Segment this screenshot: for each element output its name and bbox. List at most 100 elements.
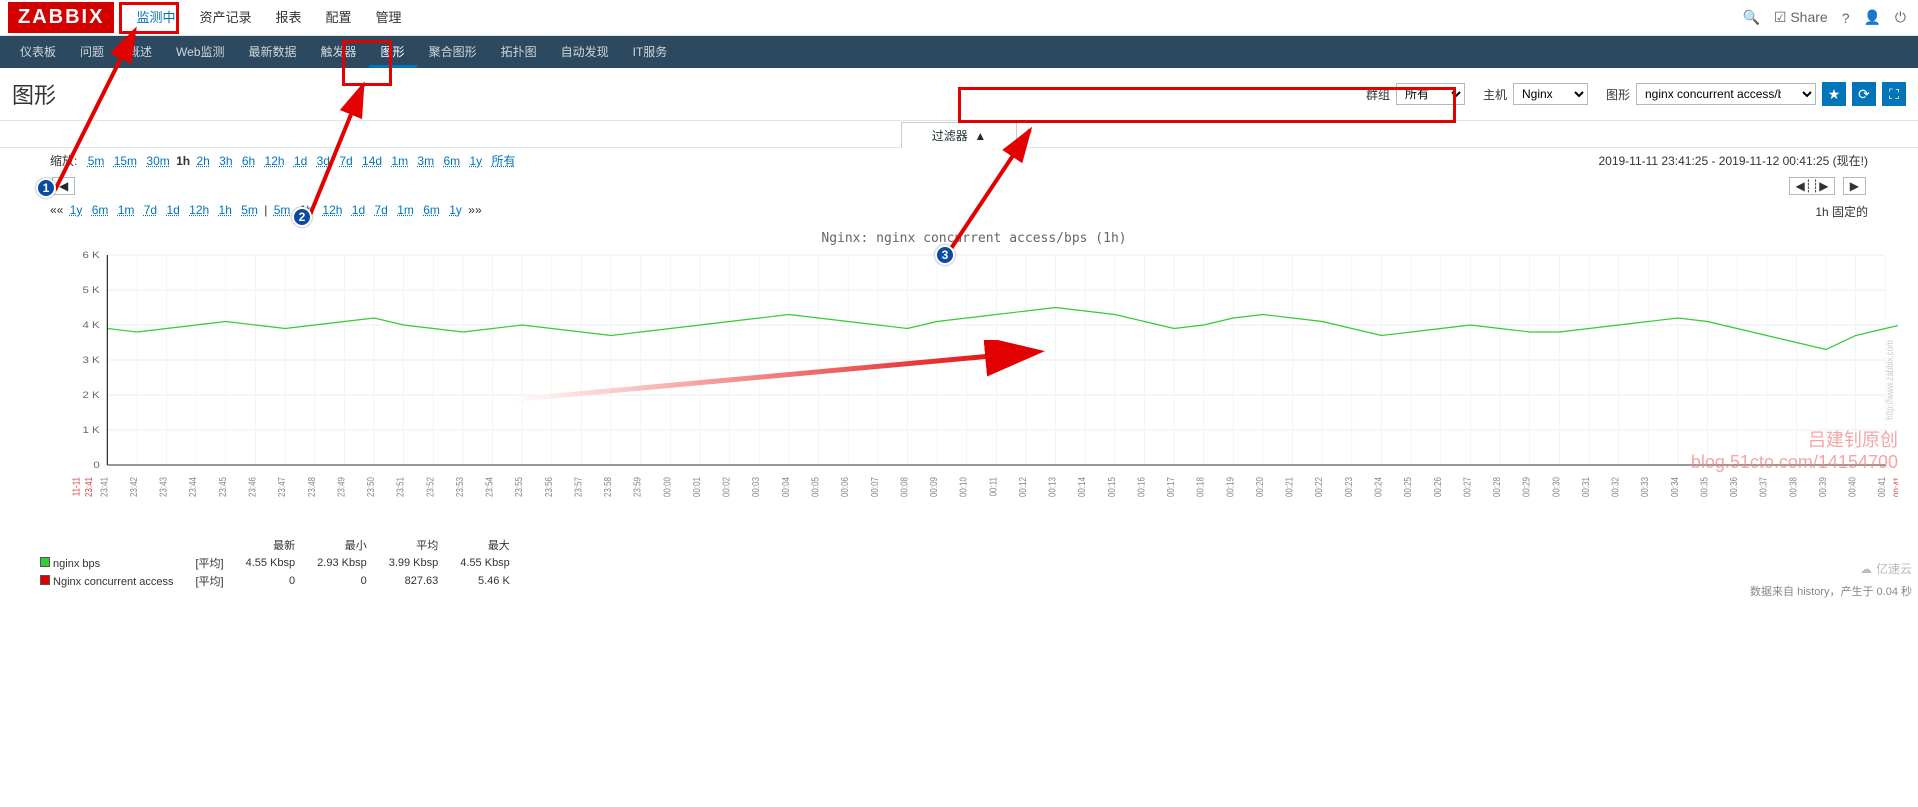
svg-text:00:31: 00:31 xyxy=(1580,477,1591,497)
subnav-maps[interactable]: 拓扑图 xyxy=(489,36,549,68)
svg-text:23:59: 23:59 xyxy=(632,477,643,497)
svg-text:00:15: 00:15 xyxy=(1106,477,1117,497)
user-icon[interactable]: 👤 xyxy=(1863,9,1880,26)
zoom-row: 缩放: 5m 15m 30m 1h 2h 3h 6h 12h 1d 3d 7d … xyxy=(0,148,1918,173)
zoom-1m[interactable]: 1m xyxy=(391,154,408,168)
zoom-3h[interactable]: 3h xyxy=(219,154,232,168)
zoom-5m[interactable]: 5m xyxy=(88,154,105,168)
annotation-circle-1: 1 xyxy=(36,178,56,198)
host-select[interactable]: Nginx xyxy=(1513,83,1588,105)
nav-left-6m[interactable]: 6m xyxy=(92,203,109,217)
svg-text:00:17: 00:17 xyxy=(1165,477,1176,497)
logo: ZABBIX xyxy=(8,2,114,33)
svg-text:00:08: 00:08 xyxy=(899,477,910,497)
svg-text:23:49: 23:49 xyxy=(336,477,347,497)
subnav-web[interactable]: Web监测 xyxy=(164,36,236,68)
chart-title: Nginx: nginx concurrent access/bps (1h) xyxy=(50,231,1898,246)
svg-text:00:16: 00:16 xyxy=(1136,477,1147,497)
topmenu-config[interactable]: 配置 xyxy=(314,0,364,36)
svg-text:00:01: 00:01 xyxy=(691,477,702,497)
svg-text:00:13: 00:13 xyxy=(1047,477,1058,497)
topmenu-monitoring[interactable]: 监测中 xyxy=(124,0,187,36)
watermark-history: 数据来自 history，产生于 0.04 秒 xyxy=(1750,583,1912,599)
nav-right-5m[interactable]: 5m xyxy=(274,203,291,217)
search-icon[interactable]: 🔍 xyxy=(1742,9,1759,26)
nav-right-6m[interactable]: 6m xyxy=(423,203,440,217)
zoom-2h[interactable]: 2h xyxy=(196,154,209,168)
nav-right-1y[interactable]: 1y xyxy=(449,203,462,217)
subnav-triggers[interactable]: 触发器 xyxy=(309,36,369,68)
nav-left-5m[interactable]: 5m xyxy=(241,203,258,217)
svg-text:5 K: 5 K xyxy=(82,286,99,296)
fullscreen-button[interactable]: ⛶ xyxy=(1882,82,1906,106)
svg-text:00:14: 00:14 xyxy=(1076,477,1087,497)
subnav-graphs[interactable]: 图形 xyxy=(369,36,417,68)
zoom-1y[interactable]: 1y xyxy=(469,154,482,168)
svg-text:00:00: 00:00 xyxy=(661,477,672,497)
refresh-button[interactable]: ⟳ xyxy=(1852,82,1876,106)
group-select[interactable]: 所有 xyxy=(1396,83,1465,105)
watermark-brand: ☁ 亿速云 xyxy=(1860,560,1912,577)
nav-right-12h[interactable]: 12h xyxy=(322,203,342,217)
nav-left-7d[interactable]: 7d xyxy=(144,203,157,217)
topmenu-reports[interactable]: 报表 xyxy=(263,0,313,36)
zoom-7d[interactable]: 7d xyxy=(339,154,352,168)
zoom-14d[interactable]: 14d xyxy=(362,154,382,168)
nav-left-1h[interactable]: 1h xyxy=(219,203,232,217)
help-icon[interactable]: ? xyxy=(1842,10,1850,26)
favorite-button[interactable]: ★ xyxy=(1822,82,1846,106)
svg-text:23:42: 23:42 xyxy=(128,477,139,497)
zoom-12h[interactable]: 12h xyxy=(265,154,285,168)
zoom-1d[interactable]: 1d xyxy=(294,154,307,168)
subnav-overview[interactable]: 概述 xyxy=(116,36,164,68)
host-label: 主机 xyxy=(1483,86,1507,103)
sub-nav: 仪表板 问题 概述 Web监测 最新数据 触发器 图形 聚合图形 拓扑图 自动发… xyxy=(0,36,1918,68)
time-zoom-button[interactable]: ◀┊┊▶ xyxy=(1789,177,1836,195)
zoom-3m[interactable]: 3m xyxy=(417,154,434,168)
zoom-30m[interactable]: 30m xyxy=(146,154,169,168)
zoom-1h[interactable]: 1h xyxy=(176,154,190,168)
zoom-3d[interactable]: 3d xyxy=(317,154,330,168)
watermark-author: 吕建钊原创 blog.51cto.com/14154700 xyxy=(1691,426,1898,473)
subnav-screens[interactable]: 聚合图形 xyxy=(417,36,489,68)
nav-left-12h[interactable]: 12h xyxy=(189,203,209,217)
nav-left-1d[interactable]: 1d xyxy=(166,203,179,217)
svg-text:23:48: 23:48 xyxy=(306,477,317,497)
svg-text:http://www.zabbix.com: http://www.zabbix.com xyxy=(1884,340,1895,420)
nav-right-7d[interactable]: 7d xyxy=(375,203,388,217)
svg-text:23:56: 23:56 xyxy=(543,477,554,497)
zoom-6m[interactable]: 6m xyxy=(443,154,460,168)
svg-text:23:54: 23:54 xyxy=(484,477,495,497)
logout-icon[interactable]: ⏻ xyxy=(1895,9,1906,26)
zoom-15m[interactable]: 15m xyxy=(114,154,137,168)
svg-text:00:02: 00:02 xyxy=(721,477,732,497)
share-button[interactable]: ☑ Share xyxy=(1774,9,1828,26)
subnav-problems[interactable]: 问题 xyxy=(68,36,116,68)
svg-text:2 K: 2 K xyxy=(82,391,99,401)
svg-text:00:07: 00:07 xyxy=(869,477,880,497)
annotation-circle-2: 2 xyxy=(292,207,312,227)
subnav-discovery[interactable]: 自动发现 xyxy=(549,36,621,68)
zoom-6h[interactable]: 6h xyxy=(242,154,255,168)
nav-left-1y[interactable]: 1y xyxy=(70,203,83,217)
zoom-label: 缩放: xyxy=(50,154,77,168)
selectors: 群组 所有 主机 Nginx 图形 nginx concurrent acces… xyxy=(1354,82,1906,106)
nav-right-1m[interactable]: 1m xyxy=(397,203,414,217)
filter-bar: 过滤器 ▲ xyxy=(0,121,1918,148)
svg-text:00:40: 00:40 xyxy=(1847,477,1858,497)
topmenu-admin[interactable]: 管理 xyxy=(364,0,414,36)
subnav-dashboard[interactable]: 仪表板 xyxy=(8,36,68,68)
svg-text:6 K: 6 K xyxy=(82,251,99,261)
subnav-latest[interactable]: 最新数据 xyxy=(237,36,309,68)
topmenu-inventory[interactable]: 资产记录 xyxy=(187,0,263,36)
time-next-button[interactable]: ▶ xyxy=(1843,177,1866,195)
subnav-itservices[interactable]: IT服务 xyxy=(621,36,680,68)
svg-text:00:41: 00:41 xyxy=(1892,477,1898,497)
svg-text:00:18: 00:18 xyxy=(1195,477,1206,497)
nav-left-1m[interactable]: 1m xyxy=(118,203,135,217)
nav-right-1d[interactable]: 1d xyxy=(352,203,365,217)
filter-toggle[interactable]: 过滤器 ▲ xyxy=(901,122,1018,148)
graph-select[interactable]: nginx concurrent access/bps xyxy=(1636,83,1816,105)
svg-text:23:55: 23:55 xyxy=(513,477,524,497)
zoom-所有[interactable]: 所有 xyxy=(491,154,515,168)
